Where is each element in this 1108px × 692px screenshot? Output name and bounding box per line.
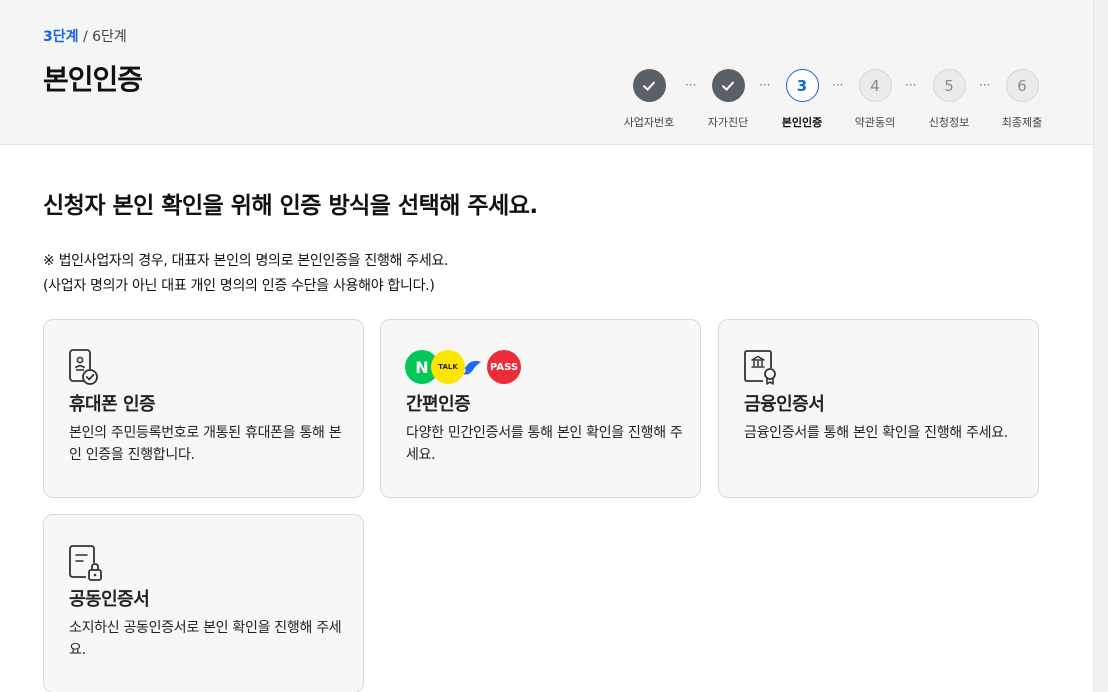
- method-description: 금융인증서를 통해 본인 확인을 진행해 주세요.: [744, 425, 1008, 441]
- page-title: 본인인증: [43, 63, 143, 96]
- bank-certificate-icon: [743, 348, 779, 388]
- step-label: 약관동의: [854, 116, 896, 129]
- step-identity-verification: 3 본인인증: [765, 69, 839, 130]
- method-card-joint-cert[interactable]: 공동인증서 소지하신 공동인증서로 본인 확인을 진행해 주세요.: [43, 514, 364, 692]
- step-application-info: 5 신청정보: [912, 69, 986, 130]
- kakao-talk-icon: TALK: [431, 350, 465, 384]
- stepper: 사업자번호 ··· 자가진단 ··· 3 본인인증 ··· 4 약관동의 ···…: [612, 69, 1062, 129]
- method-title: 휴대폰 인증: [69, 394, 156, 415]
- note-line: ※ 법인사업자의 경우, 대표자 본인의 명의로 본인인증을 진행해 주세요.: [43, 253, 449, 269]
- method-title: 공동인증서: [69, 589, 150, 610]
- step-label: 최종제출: [1001, 116, 1043, 129]
- method-description: 다양한 민간인증서를 통해 본인 확인을 진행해 주세요.: [406, 425, 683, 463]
- step-terms-agreement: 4 약관동의: [838, 69, 912, 130]
- method-description: 소지하신 공동인증서로 본인 확인을 진행해 주세요.: [69, 620, 342, 658]
- total-steps: 6단계: [92, 29, 127, 45]
- method-title: 간편인증: [406, 394, 471, 415]
- step-separator: /: [78, 29, 93, 45]
- header: 3단계 / 6단계 본인인증 사업자번호 ··· 자가진단 ··· 3 본인인증…: [0, 0, 1093, 145]
- check-icon: [711, 69, 745, 102]
- step-label: 사업자번호: [623, 116, 675, 129]
- step-number: 4: [858, 69, 892, 102]
- corporate-note: ※ 법인사업자의 경우, 대표자 본인의 명의로 본인인증을 진행해 주세요. …: [43, 249, 448, 299]
- method-card-financial-cert[interactable]: 금융인증서 금융인증서를 통해 본인 확인을 진행해 주세요.: [718, 319, 1039, 498]
- method-description: 본인의 주민등록번호로 개통된 휴대폰을 통해 본인 인증을 진행합니다.: [69, 425, 342, 463]
- check-icon: [632, 69, 666, 102]
- method-title: 금융인증서: [744, 394, 825, 415]
- step-self-diagnosis: 자가진단: [691, 69, 765, 130]
- method-card-simple-auth[interactable]: N TALK PASS 간편인증 다양한 민간인증서를 통해 본인 확인을 진행…: [380, 319, 701, 498]
- step-business-number: 사업자번호: [612, 69, 686, 130]
- step-label: 본인인증: [781, 116, 823, 129]
- step-final-submit: 6 최종제출: [985, 69, 1059, 130]
- phone-check-icon: [68, 348, 102, 388]
- step-label: 자가진단: [707, 116, 749, 129]
- main-heading: 신청자 본인 확인을 위해 인증 방식을 선택해 주세요.: [43, 193, 538, 219]
- simple-auth-brands: N TALK PASS: [405, 350, 535, 388]
- toss-icon: [461, 356, 485, 380]
- scrollbar[interactable]: [1093, 0, 1108, 692]
- step-indicator: 3단계 / 6단계: [43, 26, 127, 46]
- step-number: 5: [932, 69, 966, 102]
- note-line: (사업자 명의가 아닌 대표 개인 명의의 인증 수단을 사용해야 합니다.): [43, 278, 435, 294]
- method-card-phone[interactable]: 휴대폰 인증 본인의 주민등록번호로 개통된 휴대폰을 통해 본인 인증을 진행…: [43, 319, 364, 498]
- pass-icon: PASS: [487, 350, 521, 384]
- step-number: 6: [1005, 69, 1039, 102]
- step-number: 3: [785, 69, 819, 102]
- current-step: 3단계: [43, 29, 79, 45]
- step-label: 신청정보: [928, 116, 970, 129]
- document-lock-icon: [68, 543, 104, 583]
